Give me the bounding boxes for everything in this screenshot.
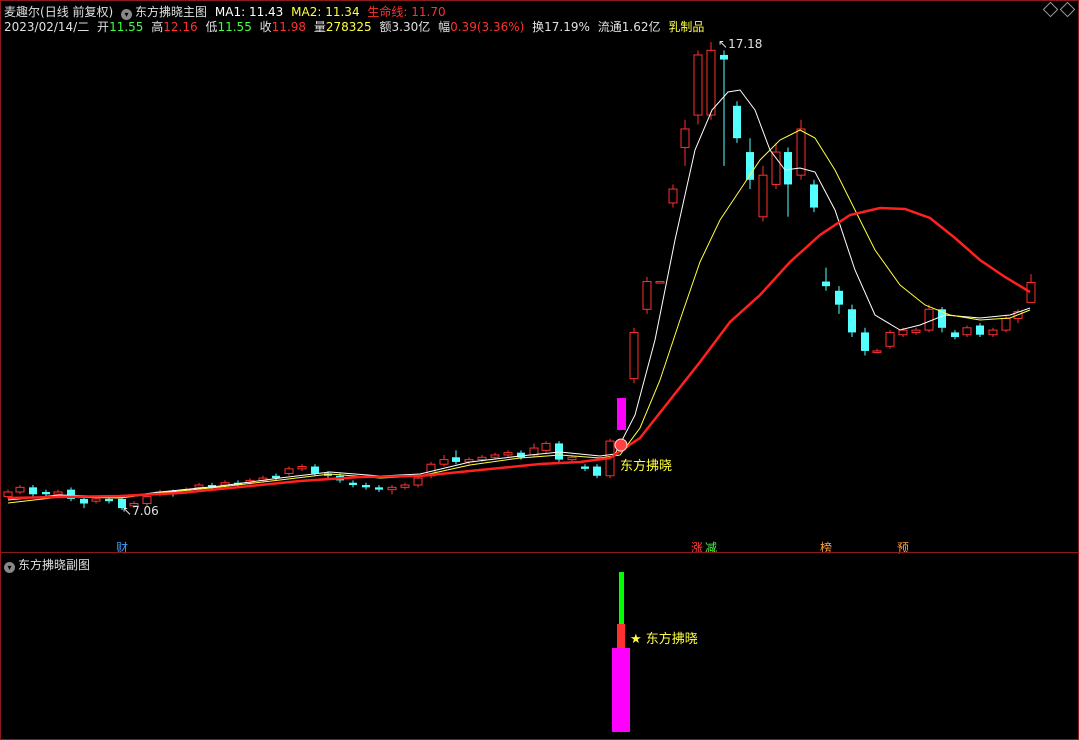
candle-body-up-50 — [655, 281, 665, 284]
candle-body-down-3 — [42, 491, 50, 495]
candle-body-up-68 — [885, 331, 895, 347]
chevron-down-icon-sub[interactable]: ▾ — [4, 562, 15, 573]
candle-body-up-44 — [567, 456, 577, 461]
candle-body-up-42 — [541, 442, 551, 451]
ma1-line — [7, 89, 1031, 501]
candle-body-down-62 — [810, 184, 818, 208]
candle-body-up-76 — [988, 329, 998, 336]
candle-body-down-66 — [861, 332, 869, 351]
candle-body-down-75 — [976, 325, 984, 335]
sub-bar-green — [619, 572, 624, 624]
event-tag-limit-up[interactable]: 涨 — [691, 539, 703, 556]
candle-body-down-43 — [555, 443, 563, 460]
candle-body-up-11 — [142, 496, 152, 505]
low-marker-value: 7.06 — [132, 504, 159, 518]
sub-bar-magenta — [612, 648, 630, 732]
candle-body-down-2 — [29, 487, 37, 495]
candle-body-up-30 — [387, 486, 397, 491]
low-marker: ↖7.06 — [122, 504, 159, 518]
candle-body-up-59 — [771, 151, 781, 185]
candle-body-down-45 — [581, 466, 589, 469]
candle-body-up-77 — [1001, 318, 1011, 331]
high-marker: ↖17.18 — [718, 37, 763, 51]
candle-body-up-79 — [1026, 281, 1036, 303]
candle-body-up-32 — [413, 477, 423, 486]
candle-body-down-64 — [835, 290, 843, 305]
candle-body-down-65 — [848, 309, 856, 333]
candle-body-up-39 — [503, 452, 513, 456]
candle-body-up-54 — [706, 49, 716, 116]
sub-signal-label: ★ 东方拂晓 — [630, 632, 698, 647]
candlestick-chart[interactable] — [0, 0, 1079, 740]
candle-body-down-27 — [349, 482, 357, 486]
candle-body-up-22 — [284, 468, 294, 474]
candle-body-down-46 — [593, 466, 601, 476]
panel-divider[interactable] — [0, 552, 1079, 553]
candle-body-down-6 — [80, 498, 88, 504]
candle-body-up-38 — [490, 454, 500, 458]
candle-body-down-29 — [375, 487, 383, 490]
candle-body-up-0 — [3, 491, 13, 498]
candle-body-down-73 — [951, 332, 959, 338]
sub-panel-header: ▾ 东方拂晓副图 — [4, 556, 90, 573]
candle-body-up-58 — [758, 174, 768, 218]
candle-body-up-69 — [898, 329, 908, 336]
candle-body-down-63 — [822, 281, 830, 287]
candle-body-up-74 — [962, 327, 972, 336]
candle-body-up-53 — [693, 54, 703, 116]
signal-label: 东方拂晓 — [620, 459, 673, 474]
candle-body-up-4 — [53, 491, 63, 495]
candle-body-up-1 — [15, 486, 25, 493]
high-marker-value: 17.18 — [728, 37, 763, 51]
candle-body-up-48 — [629, 331, 639, 380]
event-tag-finance[interactable]: 财 — [116, 539, 128, 556]
candle-body-up-49 — [642, 281, 652, 310]
candle-body-up-7 — [91, 498, 101, 502]
signal-ball — [614, 438, 628, 452]
candle-body-up-31 — [400, 484, 410, 488]
candle-body-up-70 — [911, 329, 921, 333]
candle-body-down-24 — [311, 466, 319, 474]
candle-body-down-35 — [452, 457, 460, 462]
candle-body-down-28 — [362, 485, 370, 488]
event-tag-rank[interactable]: 榜 — [820, 539, 832, 556]
candle-body-up-15 — [194, 484, 204, 488]
event-tag-forecast[interactable]: 预 — [897, 539, 909, 556]
candle-body-up-51 — [668, 188, 678, 204]
candle-body-up-71 — [924, 308, 934, 331]
candle-body-down-60 — [784, 152, 792, 185]
candle-body-down-55 — [720, 54, 728, 60]
event-tag-reduce[interactable]: 减 — [705, 539, 717, 556]
candle-body-down-56 — [733, 105, 741, 139]
candle-body-up-52 — [680, 128, 690, 148]
candle-body-up-34 — [439, 459, 449, 465]
sub-panel-title[interactable]: 东方拂晓副图 — [18, 558, 90, 572]
sub-bar-red — [617, 624, 625, 648]
candle-body-up-67 — [872, 350, 882, 353]
candle-body-up-23 — [297, 466, 307, 470]
candle-body-down-8 — [105, 498, 113, 502]
signal-candle — [617, 398, 626, 430]
candle-body-up-37 — [477, 456, 487, 461]
